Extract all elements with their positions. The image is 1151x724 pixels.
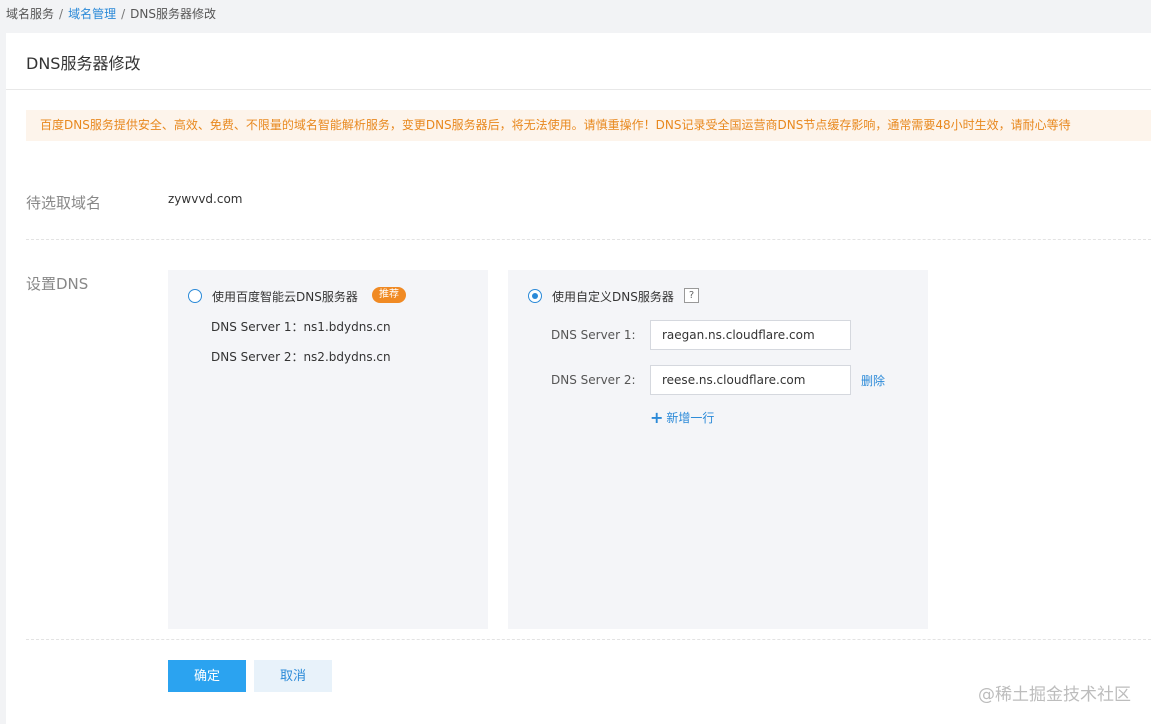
section-divider [26, 239, 1151, 240]
dns-server-1-input[interactable] [650, 320, 851, 350]
custom-dns-radio[interactable] [528, 289, 542, 303]
cancel-button[interactable]: 取消 [254, 660, 332, 692]
dns-server-2-label: DNS Server 2: [551, 373, 636, 387]
baidu-dns-server-2: DNS Server 2：ns2.bdydns.cn [211, 350, 391, 364]
custom-dns-option-label[interactable]: 使用自定义DNS服务器 [552, 288, 674, 305]
breadcrumb-item-domain-service[interactable]: 域名服务 [6, 7, 54, 21]
delete-row-button[interactable]: 删除 [861, 372, 885, 389]
add-row-label: 新增一行 [666, 411, 715, 425]
breadcrumb-item-domain-management[interactable]: 域名管理 [68, 7, 116, 21]
watermark: @稀土掘金技术社区 [978, 685, 1131, 705]
footer-divider [26, 639, 1151, 640]
breadcrumb-separator: / [59, 7, 64, 21]
main-panel: DNS服务器修改 百度DNS服务提供安全、高效、免费、不限量的域名智能解析服务，… [6, 33, 1151, 724]
dns-label: 设置DNS [26, 275, 89, 293]
custom-dns-card[interactable]: 使用自定义DNS服务器 ? DNS Server 1: DNS Server 2… [508, 270, 928, 629]
baidu-dns-server-1: DNS Server 1：ns1.bdydns.cn [211, 320, 391, 334]
baidu-dns-option-label[interactable]: 使用百度智能云DNS服务器 [212, 288, 358, 305]
plus-icon: + [650, 408, 664, 427]
title-divider [6, 89, 1151, 90]
dns-server-2-input[interactable] [650, 365, 851, 395]
warning-notice: 百度DNS服务提供安全、高效、免费、不限量的域名智能解析服务，变更DNS服务器后… [26, 110, 1151, 141]
baidu-dns-radio[interactable] [188, 289, 202, 303]
add-row-button[interactable]: + 新增一行 [650, 408, 714, 427]
baidu-dns-card[interactable]: 使用百度智能云DNS服务器 推荐 DNS Server 1：ns1.bdydns… [168, 270, 488, 629]
recommended-badge: 推荐 [372, 287, 406, 303]
domain-label: 待选取域名 [26, 194, 102, 212]
help-icon[interactable]: ? [684, 288, 699, 303]
page-title: DNS服务器修改 [26, 54, 141, 73]
breadcrumb-item-current: DNS服务器修改 [130, 7, 216, 21]
breadcrumb-separator: / [121, 7, 126, 21]
dns-server-1-label: DNS Server 1: [551, 328, 636, 342]
domain-value: zywvvd.com [168, 192, 243, 206]
confirm-button[interactable]: 确定 [168, 660, 246, 692]
breadcrumb: 域名服务 / 域名管理 / DNS服务器修改 [0, 0, 1151, 30]
